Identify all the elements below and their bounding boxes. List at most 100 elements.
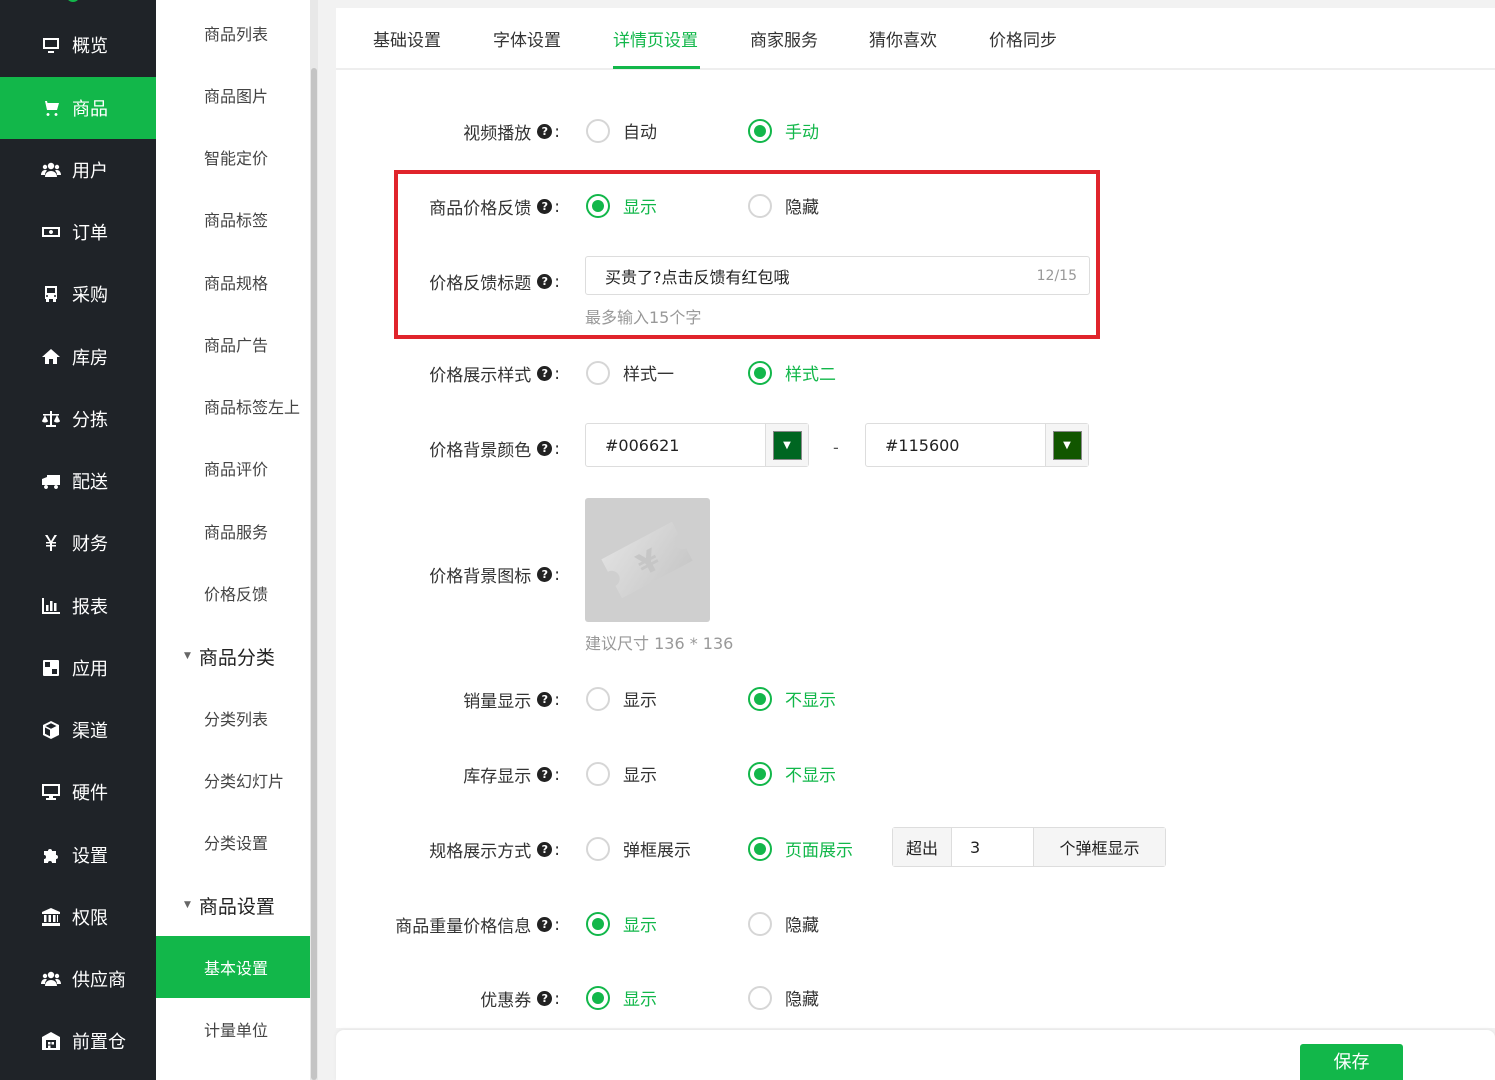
radio-video-manual[interactable]: 手动 — [748, 118, 819, 143]
colon: : — [554, 689, 560, 710]
label-text: 价格背景图标 — [429, 567, 532, 587]
radio-weight-hide[interactable]: 隐藏 — [748, 911, 819, 936]
radio-sales-show[interactable]: 显示 — [586, 686, 657, 711]
help-icon[interactable]: ? — [537, 124, 553, 139]
submenu-item[interactable]: 商品图片 — [156, 64, 310, 126]
help-icon[interactable]: ? — [537, 199, 553, 214]
tab-price-sync[interactable]: 价格同步 — [989, 26, 1057, 51]
help-icon[interactable]: ? — [537, 441, 553, 456]
submenu-item-active[interactable]: 基本设置 — [156, 936, 310, 998]
scale-icon — [40, 408, 62, 430]
nav-item-purchase[interactable]: 采购 — [0, 263, 156, 325]
submenu-group-category[interactable]: ▼ 商品分类 — [156, 636, 310, 676]
feedback-title-input[interactable]: 买贵了?点击反馈有红包哦 12/15 — [585, 256, 1090, 295]
yen-icon — [40, 532, 62, 554]
color-picker-button[interactable]: ▼ — [1045, 424, 1088, 466]
radio-style-one[interactable]: 样式一 — [586, 360, 674, 385]
nav-item-delivery[interactable]: 配送 — [0, 450, 156, 512]
radio-feedback-hide[interactable]: 隐藏 — [748, 193, 819, 218]
radio-label: 样式二 — [785, 365, 836, 385]
submenu-item[interactable]: 分类幻灯片 — [156, 749, 310, 811]
form-label-spec: 规格展示方式?: — [429, 837, 560, 863]
submenu-item[interactable]: 商品广告 — [156, 313, 310, 375]
color-input-from[interactable]: #006621 ▼ — [585, 423, 809, 467]
nav-item-front-warehouse[interactable]: 前置仓 — [0, 1010, 156, 1072]
radio-label: 隐藏 — [785, 916, 819, 936]
tab-basic[interactable]: 基础设置 — [373, 26, 441, 51]
radio-circle — [748, 686, 772, 711]
nav-item-orders[interactable]: 订单 — [0, 201, 156, 263]
nav-item-reports[interactable]: 报表 — [0, 575, 156, 637]
colon: : — [554, 271, 560, 292]
nav-item-permissions[interactable]: 权限 — [0, 886, 156, 948]
nav-item-warehouse[interactable]: 库房 — [0, 326, 156, 388]
radio-weight-show[interactable]: 显示 — [586, 911, 657, 936]
submenu-group-settings[interactable]: ▼ 商品设置 — [156, 885, 310, 925]
nav-item-channels[interactable]: 渠道 — [0, 699, 156, 761]
nav-item-finance[interactable]: 财务 — [0, 512, 156, 574]
bg-icon-upload[interactable]: ¥ — [585, 498, 710, 622]
nav-item-settings[interactable]: 设置 — [0, 824, 156, 886]
nav-item-suppliers[interactable]: 供应商 — [0, 948, 156, 1010]
nav-item-users[interactable]: 用户 — [0, 139, 156, 201]
input-prefix: 超出 — [893, 828, 952, 866]
submenu-item[interactable]: 分类列表 — [156, 687, 310, 749]
submenu-scrollbar[interactable] — [310, 0, 318, 1080]
help-icon[interactable]: ? — [537, 767, 553, 782]
submenu-item[interactable]: 商品规格 — [156, 251, 310, 313]
help-icon[interactable]: ? — [537, 567, 553, 582]
radio-feedback-show[interactable]: 显示 — [586, 193, 657, 218]
radio-stock-show[interactable]: 显示 — [586, 761, 657, 786]
help-icon[interactable]: ? — [537, 274, 553, 289]
help-icon[interactable]: ? — [537, 366, 553, 381]
radio-spec-page[interactable]: 页面展示 — [748, 836, 853, 861]
radio-stock-hide[interactable]: 不显示 — [748, 761, 836, 786]
color-input-to[interactable]: #115600 ▼ — [865, 423, 1089, 467]
nav-item-overview[interactable]: 概览 — [0, 14, 156, 76]
submenu-item[interactable]: 价格反馈 — [156, 562, 310, 624]
warehouse-icon — [40, 1030, 62, 1052]
submenu-item[interactable]: 商品列表 — [156, 2, 310, 64]
tab-font[interactable]: 字体设置 — [493, 26, 561, 51]
save-button[interactable]: 保存 — [1300, 1044, 1403, 1080]
puzzle-icon — [40, 844, 62, 866]
nav-item-products[interactable]: 商品 — [0, 77, 156, 139]
radio-label: 手动 — [785, 123, 819, 143]
form-label-weight-price: 商品重量价格信息?: — [395, 912, 560, 938]
color-picker-button[interactable]: ▼ — [765, 424, 808, 466]
label-text: 库存显示 — [463, 767, 532, 787]
submenu-item[interactable]: 商品服务 — [156, 500, 310, 562]
money-icon — [40, 221, 62, 243]
product-submenu: 商品列表 商品图片 智能定价 商品标签 商品规格 商品广告 商品标签左上 商品评… — [156, 0, 318, 1080]
form-label-video: 视频播放?: — [463, 119, 560, 145]
radio-video-auto[interactable]: 自动 — [586, 118, 657, 143]
form-label-bg-color: 价格背景颜色?: — [429, 436, 560, 462]
nav-item-sorting[interactable]: 分拣 — [0, 388, 156, 450]
nav-item-apps[interactable]: 应用 — [0, 637, 156, 699]
scrollbar-thumb[interactable] — [311, 68, 317, 1080]
form-label-price-style: 价格展示样式?: — [429, 361, 560, 387]
tab-detail[interactable]: 详情页设置 — [613, 26, 698, 51]
submenu-item[interactable]: 商品标签左上 — [156, 375, 310, 437]
help-icon[interactable]: ? — [537, 917, 553, 932]
submenu-item[interactable]: 商品评价 — [156, 437, 310, 499]
submenu-item[interactable]: 商品标签 — [156, 188, 310, 250]
submenu-item[interactable]: 智能定价 — [156, 126, 310, 188]
help-icon[interactable]: ? — [537, 692, 553, 707]
submenu-item[interactable]: 计量单位 — [156, 998, 310, 1060]
radio-style-two[interactable]: 样式二 — [748, 360, 836, 385]
submenu-item[interactable]: 分类设置 — [156, 811, 310, 873]
radio-coupon-hide[interactable]: 隐藏 — [748, 985, 819, 1010]
radio-coupon-show[interactable]: 显示 — [586, 985, 657, 1010]
nav-item-hardware[interactable]: 硬件 — [0, 761, 156, 823]
nav-label: 应用 — [72, 659, 108, 680]
radio-circle — [748, 118, 772, 143]
radio-circle — [748, 911, 772, 936]
radio-sales-hide[interactable]: 不显示 — [748, 686, 836, 711]
tab-recommend[interactable]: 猜你喜欢 — [869, 26, 937, 51]
help-icon[interactable]: ? — [537, 991, 553, 1006]
spec-threshold-value[interactable]: 3 — [952, 828, 1033, 866]
tab-merchant-service[interactable]: 商家服务 — [750, 26, 818, 51]
radio-spec-popup[interactable]: 弹框展示 — [586, 836, 691, 861]
help-icon[interactable]: ? — [537, 842, 553, 857]
